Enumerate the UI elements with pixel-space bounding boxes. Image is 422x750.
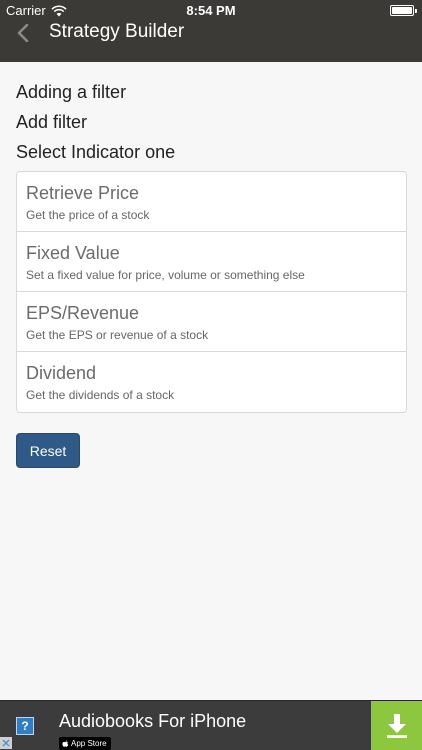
ad-banner[interactable]: ? Audiobooks For iPhone App Store <box>0 700 422 750</box>
ad-info-icon[interactable] <box>0 737 12 749</box>
ad-title: Audiobooks For iPhone <box>59 711 247 731</box>
indicator-item-eps-revenue[interactable]: EPS/Revenue Get the EPS or revenue of a … <box>17 292 406 352</box>
download-button[interactable] <box>371 701 422 750</box>
indicator-title: Fixed Value <box>26 243 120 263</box>
indicator-description: Get the EPS or revenue of a stock <box>26 328 209 342</box>
page-title: Strategy Builder <box>49 21 185 42</box>
indicator-item-fixed-value[interactable]: Fixed Value Set a fixed value for price,… <box>17 232 406 292</box>
reset-button[interactable]: Reset <box>16 433 80 468</box>
help-question-icon: ? <box>16 717 34 735</box>
navigation-bar: Strategy Builder <box>0 22 422 62</box>
heading-add-filter: Add filter <box>16 112 88 132</box>
battery-icon <box>390 5 417 16</box>
status-bar: Carrier 8:54 PM <box>0 0 422 22</box>
apple-logo-icon <box>62 739 69 747</box>
indicator-title: Retrieve Price <box>26 183 140 203</box>
app-store-badge: App Store <box>59 737 111 750</box>
indicator-title: Dividend <box>26 363 97 383</box>
indicator-item-dividend[interactable]: Dividend Get the dividends of a stock <box>17 352 406 412</box>
heading-select-indicator: Select Indicator one <box>16 142 176 162</box>
indicator-description: Get the dividends of a stock <box>26 388 175 402</box>
back-chevron-icon[interactable] <box>15 24 31 42</box>
main-content: Adding a filter Add filter Select Indica… <box>16 62 407 468</box>
indicator-description: Set a fixed value for price, volume or s… <box>26 268 305 282</box>
status-time: 8:54 PM <box>186 3 236 18</box>
app-store-label: App Store <box>71 739 107 748</box>
indicator-description: Get the price of a stock <box>26 208 150 222</box>
indicator-item-retrieve-price[interactable]: Retrieve Price Get the price of a stock <box>17 172 406 232</box>
heading-adding-filter: Adding a filter <box>16 82 127 102</box>
download-arrow-icon <box>386 714 407 738</box>
indicator-title: EPS/Revenue <box>26 303 140 323</box>
indicator-list: Retrieve Price Get the price of a stock … <box>16 171 407 413</box>
